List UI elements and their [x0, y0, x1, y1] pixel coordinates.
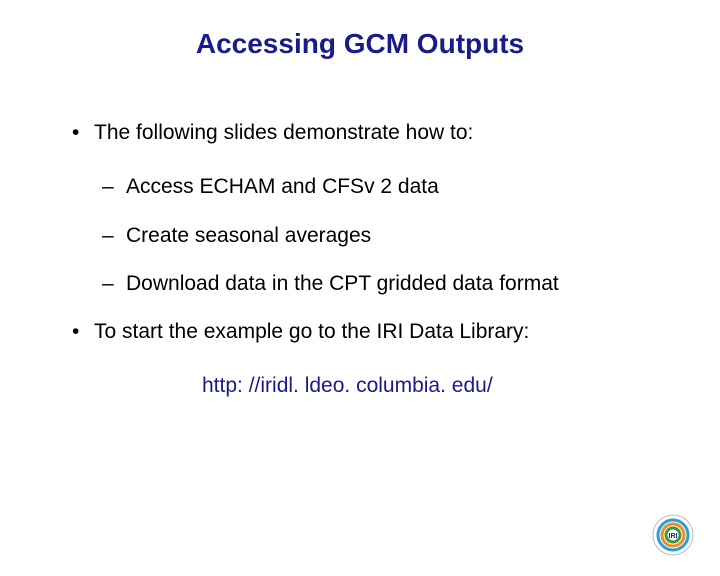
svg-text:IRI: IRI: [669, 533, 678, 540]
bullet-intro: The following slides demonstrate how to:: [72, 120, 672, 146]
bullet-sub-access: Access ECHAM and CFSv 2 data: [102, 174, 672, 200]
bullet-sub-create: Create seasonal averages: [102, 223, 672, 249]
slide-body: The following slides demonstrate how to:…: [72, 120, 672, 400]
bullet-start: To start the example go to the IRI Data …: [72, 319, 672, 345]
slide-title: Accessing GCM Outputs: [0, 28, 720, 60]
slide: Accessing GCM Outputs The following slid…: [0, 0, 720, 576]
bullet-sub-download: Download data in the CPT gridded data fo…: [102, 271, 672, 297]
data-library-url: http: //iridl. ldeo. columbia. edu/: [202, 373, 672, 399]
iri-logo-icon: IRI: [652, 514, 694, 556]
